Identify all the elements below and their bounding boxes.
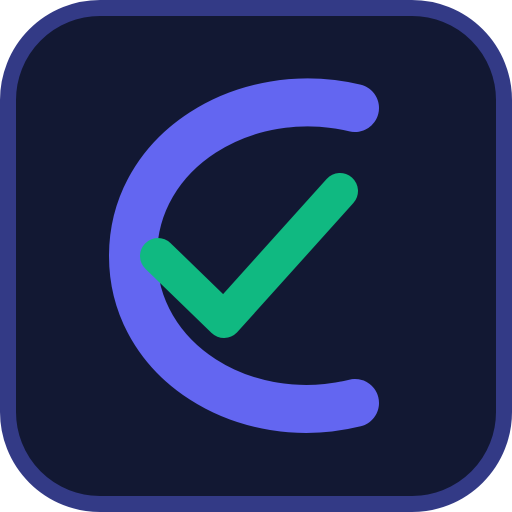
app-icon-canvas xyxy=(0,0,512,512)
icon-background xyxy=(0,0,512,512)
app-icon xyxy=(0,0,512,512)
